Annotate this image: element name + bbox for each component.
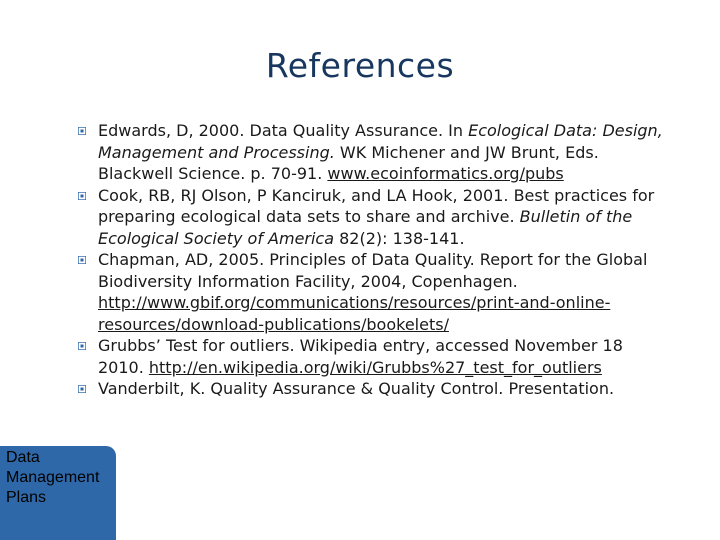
- square-bullet-icon: [78, 342, 86, 350]
- reference-item: Vanderbilt, K. Quality Assurance & Quali…: [72, 378, 672, 400]
- reference-item: Cook, RB, RJ Olson, P Kanciruk, and LA H…: [72, 185, 672, 250]
- reference-item: Grubbs’ Test for outliers. Wikipedia ent…: [72, 335, 672, 378]
- reference-text: Vanderbilt, K. Quality Assurance & Quali…: [98, 379, 615, 398]
- reference-text: Edwards, D, 2000. Data Quality Assurance…: [98, 121, 469, 140]
- reference-text: Chapman, AD, 2005. Principles of Data Qu…: [98, 250, 648, 291]
- reference-item: Chapman, AD, 2005. Principles of Data Qu…: [72, 249, 672, 335]
- square-bullet-icon: [78, 191, 86, 200]
- reference-link[interactable]: http://en.wikipedia.org/wiki/Grubbs%27_t…: [149, 358, 602, 377]
- badge-line: Management: [6, 469, 100, 486]
- slide-title: References: [265, 46, 455, 85]
- badge-line: Plans: [6, 489, 47, 506]
- badge-line: Data: [6, 449, 40, 466]
- footer-badge-text: Data Management Plans: [6, 448, 99, 508]
- square-bullet-icon: [78, 385, 86, 393]
- reference-text: 82(2): 138-141.: [334, 228, 465, 248]
- reference-list: Edwards, D, 2000. Data Quality Assurance…: [72, 120, 672, 400]
- reference-link[interactable]: http://www.gbif.org/communications/resou…: [98, 293, 610, 334]
- square-bullet-icon: [78, 256, 86, 264]
- reference-link[interactable]: www.ecoinformatics.org/pubs: [327, 164, 563, 183]
- reference-item: Edwards, D, 2000. Data Quality Assurance…: [72, 120, 672, 185]
- square-bullet-icon: [78, 127, 86, 135]
